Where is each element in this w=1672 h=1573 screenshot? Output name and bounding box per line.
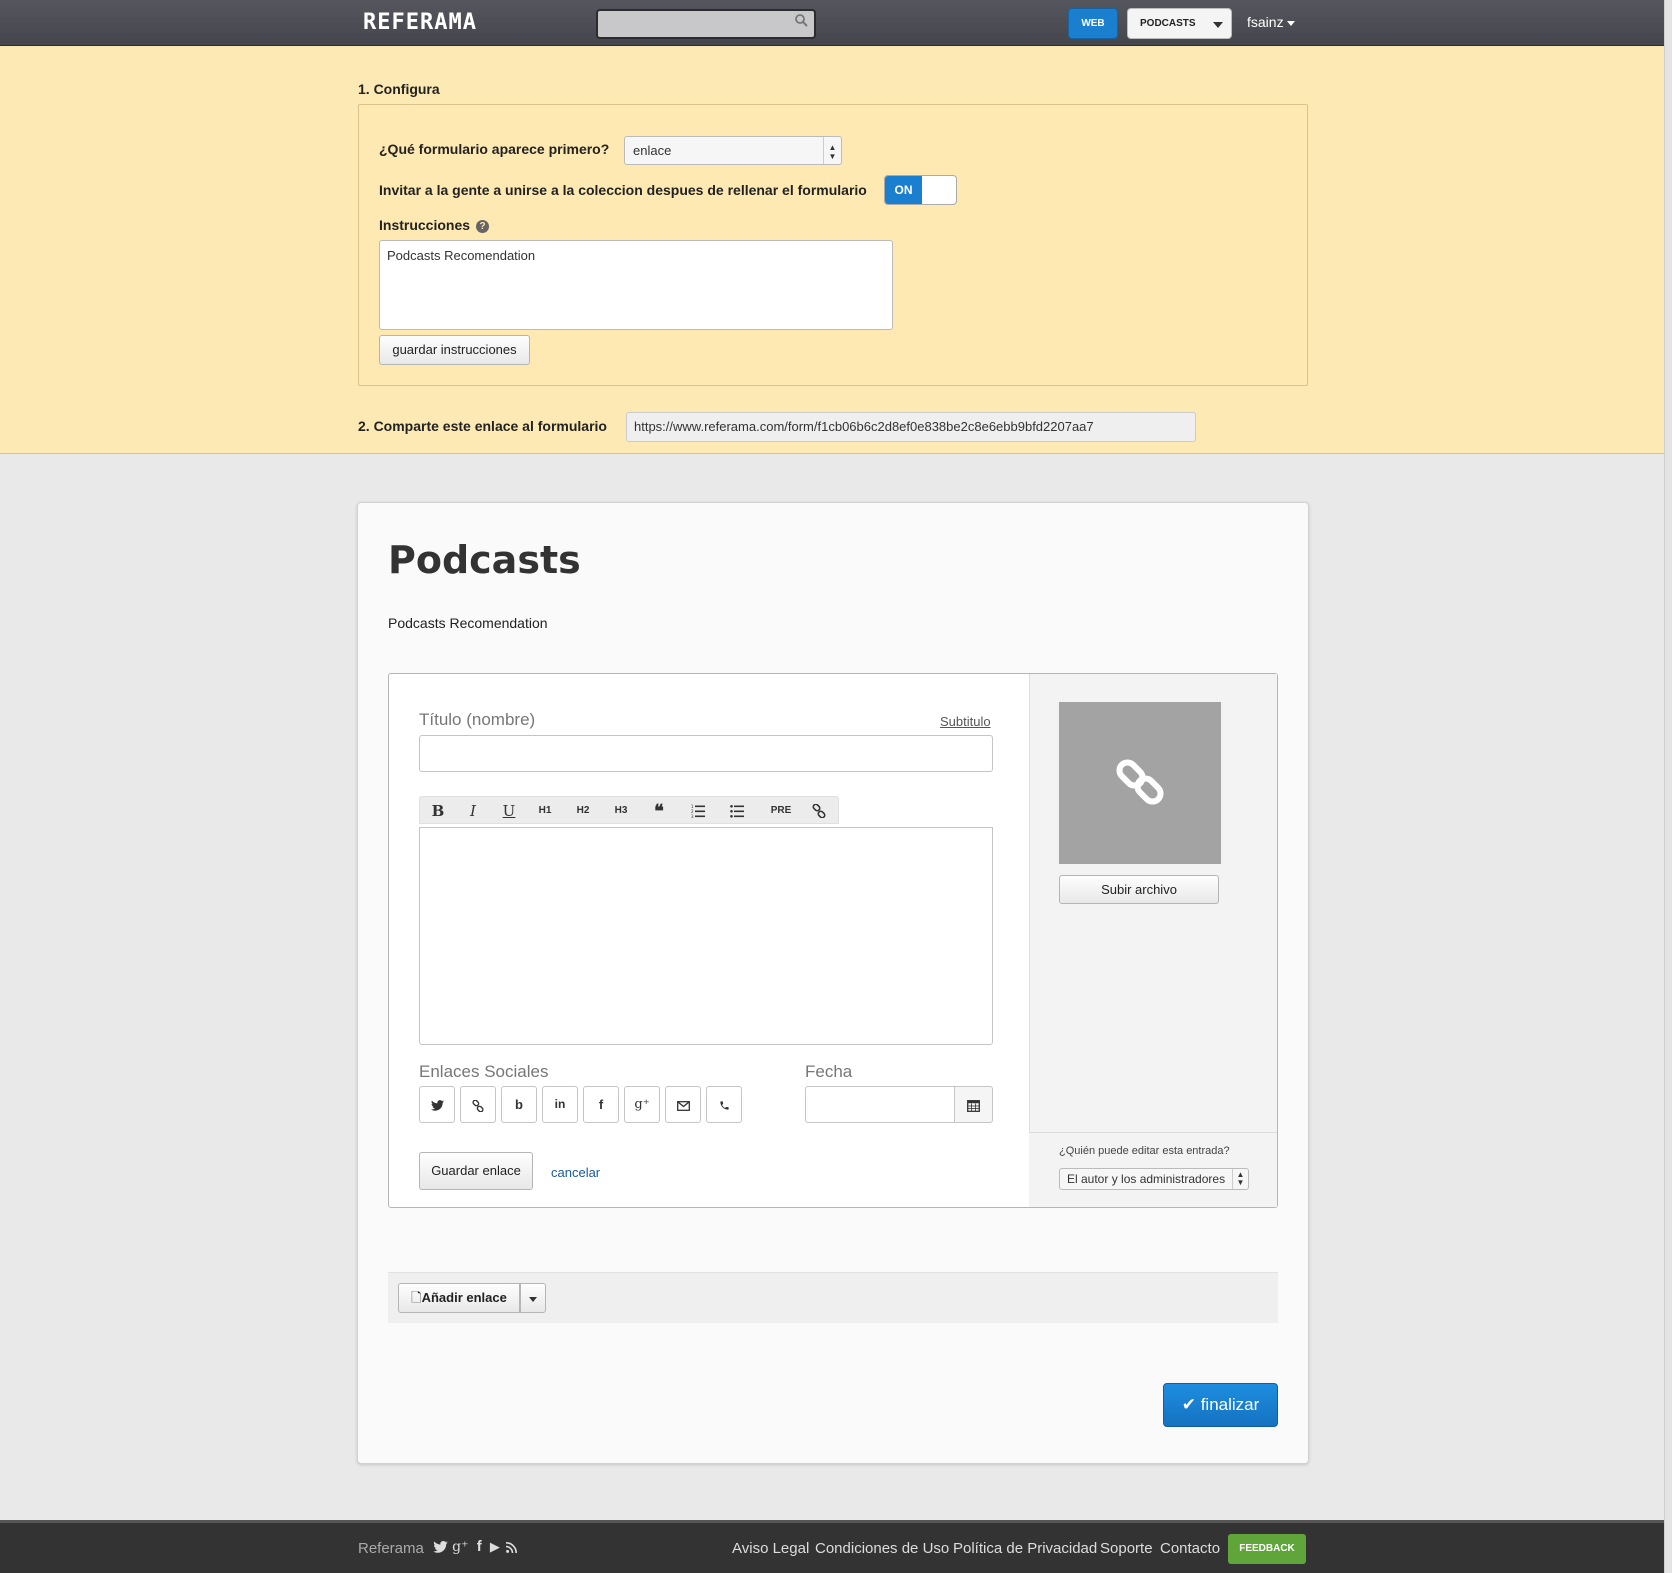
body-editor[interactable] [419,827,993,1045]
web-button[interactable]: WEB [1068,8,1118,39]
unordered-list-icon[interactable] [724,797,750,825]
footer-link-terms[interactable]: Condiciones de Uso [815,1540,949,1557]
instructions-label-row: Instrucciones? [379,217,490,233]
footer-link-support[interactable]: Soporte [1100,1540,1153,1557]
document-icon: 🗋 [411,1290,422,1305]
google-plus-icon[interactable]: g⁺ [624,1086,660,1123]
date-input[interactable] [805,1086,955,1123]
finish-label: finalizar [1200,1395,1260,1414]
help-icon[interactable]: ? [476,220,490,233]
share-url-field[interactable]: https://www.referama.com/form/f1cb06b6c2… [626,412,1196,442]
svg-text:3: 3 [691,814,694,818]
underline-icon[interactable]: U [496,797,522,825]
h2-icon[interactable]: H2 [570,797,596,825]
bold-icon[interactable]: B [425,797,451,825]
link-icon[interactable] [460,1086,496,1123]
footer: Referama g⁺ f ▶ Aviso Legal Condiciones … [0,1520,1664,1573]
username: fsainz [1247,14,1284,30]
add-type-dropdown[interactable] [520,1283,546,1313]
add-link-button[interactable]: 🗋Añadir enlace [398,1283,520,1313]
email-icon[interactable] [665,1086,701,1123]
date-label: Fecha [805,1062,853,1081]
check-icon: ✔ [1181,1395,1196,1414]
chevron-down-icon [1213,22,1223,28]
editor-toolbar: B I U H1 H2 H3 ❝ 123 PRE [419,796,839,824]
config-section-title: 1. Configura [358,81,440,97]
first-form-select[interactable]: enlace ▲ ▼ [624,136,842,165]
page-title: Podcasts [388,538,581,582]
invite-toggle[interactable]: ON [884,175,957,205]
collection-dropdown-button[interactable]: PODCASTS [1127,8,1232,39]
title-field-label: Título (nombre) [419,710,536,729]
user-menu[interactable]: fsainz [1247,14,1295,30]
collection-label: PODCASTS [1140,18,1196,29]
logo[interactable]: REFERAMA [363,10,477,35]
google-plus-icon[interactable]: g⁺ [452,1539,468,1555]
twitter-icon[interactable] [433,1538,452,1555]
save-instructions-button[interactable]: guardar instrucciones [379,335,530,365]
italic-icon[interactable]: I [460,797,486,825]
instructions-textarea[interactable]: Podcasts Recomendation [379,240,893,330]
chain-link-icon [1116,759,1164,805]
instructions-label: Instrucciones [379,217,471,233]
who-can-edit-value: El autor y los administradores [1067,1172,1226,1186]
blogger-icon[interactable]: b [501,1086,537,1123]
feedback-button[interactable]: FEEDBACK [1228,1534,1306,1564]
subtitle-link[interactable]: Subtitulo [940,714,991,729]
h1-icon[interactable]: H1 [532,797,558,825]
scrollbar[interactable] [1664,0,1672,1573]
facebook-icon[interactable]: f [477,1538,482,1555]
search-input[interactable] [596,9,816,39]
save-link-button[interactable]: Guardar enlace [419,1152,533,1190]
footer-social-icons: g⁺ f ▶ [433,1538,518,1555]
who-can-edit-label: ¿Quién puede editar esta entrada? [1059,1145,1230,1157]
invite-label: Invitar a la gente a unirse a la colecci… [379,182,867,198]
select-arrows-icon: ▲ ▼ [1232,1169,1248,1189]
quote-icon[interactable]: ❝ [646,797,672,825]
first-form-label: ¿Qué formulario aparece primero? [379,141,610,157]
footer-link-privacy[interactable]: Política de Privacidad [953,1540,1097,1557]
top-navbar: REFERAMA WEB PODCASTS fsainz [0,0,1664,46]
phone-icon[interactable] [706,1086,742,1123]
twitter-icon[interactable] [419,1086,455,1123]
footer-brand[interactable]: Referama [358,1540,424,1557]
social-links-label: Enlaces Sociales [419,1062,549,1081]
footer-link-contact[interactable]: Contacto [1160,1540,1220,1557]
cancel-link[interactable]: cancelar [551,1165,600,1180]
calendar-icon[interactable] [954,1086,993,1123]
h3-icon[interactable]: H3 [608,797,634,825]
link-icon[interactable] [806,797,832,825]
search-icon [795,14,808,31]
link-thumbnail [1059,702,1221,864]
finish-button[interactable]: ✔ finalizar [1163,1383,1278,1427]
share-section-title: 2. Comparte este enlace al formulario [358,418,607,434]
title-input[interactable] [419,735,993,772]
form-description: Podcasts Recomendation [388,615,548,631]
ordered-list-icon[interactable]: 123 [685,797,711,825]
footer-link-legal[interactable]: Aviso Legal [732,1540,809,1557]
add-link-label: Añadir enlace [421,1290,507,1305]
youtube-icon[interactable]: ▶ [490,1539,500,1554]
chevron-down-icon [1286,20,1295,26]
who-can-edit-select[interactable]: El autor y los administradores ▲ ▼ [1059,1168,1249,1190]
pre-icon[interactable]: PRE [765,797,797,825]
linkedin-icon[interactable]: in [542,1086,578,1123]
facebook-icon[interactable]: f [583,1086,619,1123]
upload-file-button[interactable]: Subir archivo [1059,875,1219,904]
select-arrows-icon: ▲ ▼ [823,137,841,164]
chevron-down-icon [529,1297,537,1302]
toggle-on-label: ON [885,176,922,204]
first-form-value: enlace [633,143,672,158]
rss-icon[interactable] [505,1538,518,1555]
